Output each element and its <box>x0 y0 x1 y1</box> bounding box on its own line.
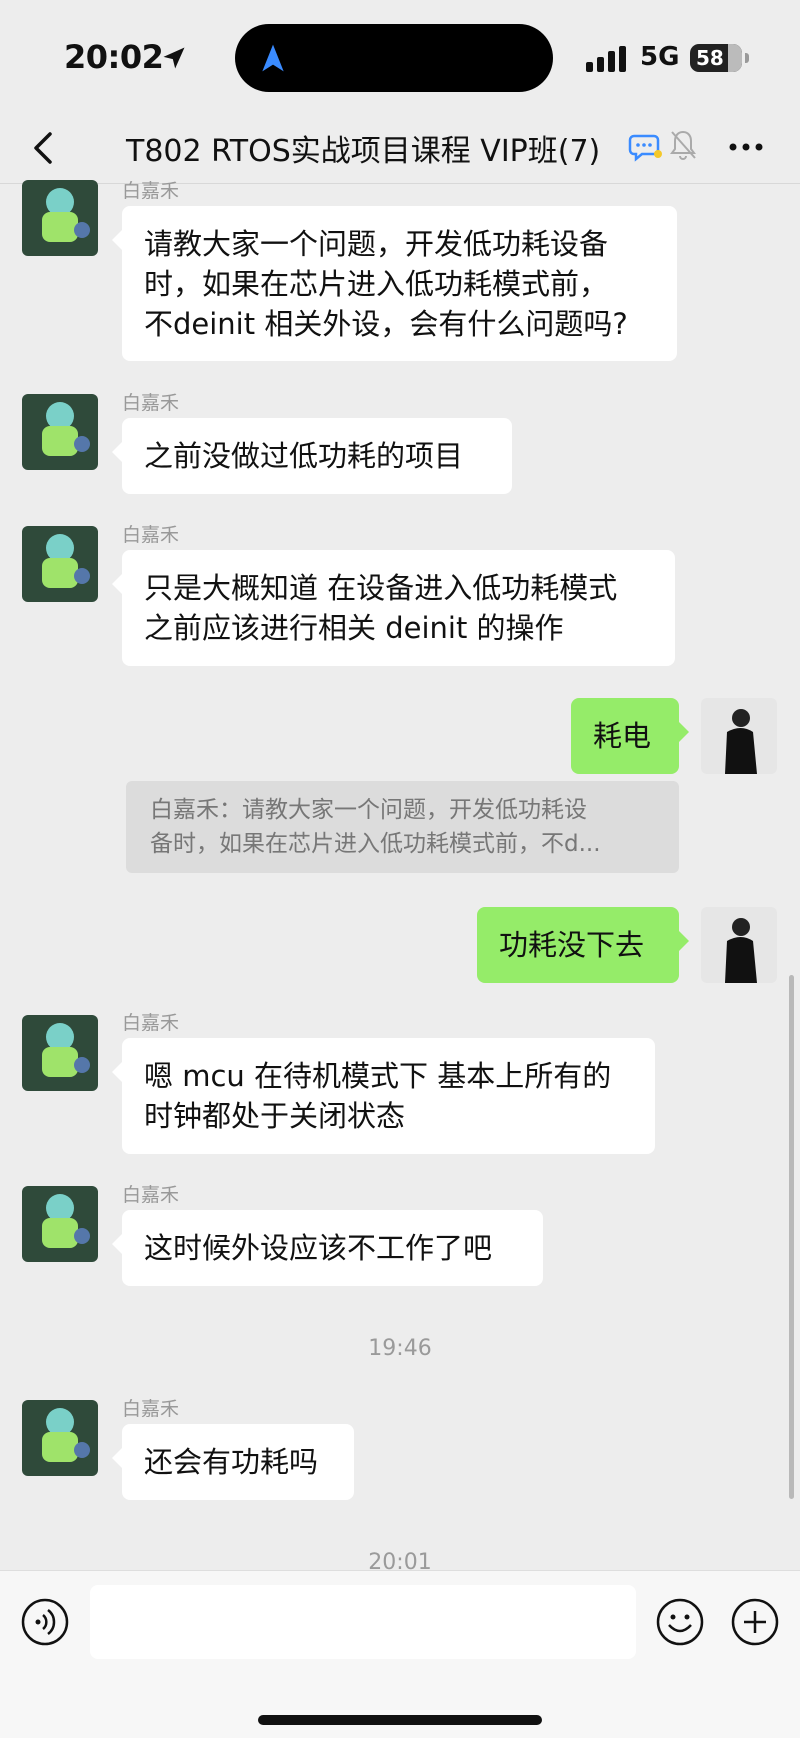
message-bubble[interactable]: 还会有功耗吗 <box>112 1424 354 1500</box>
plus-icon[interactable] <box>730 1597 780 1647</box>
message-line: 之前没做过低功耗的项目 <box>144 439 464 473</box>
quote-line: 备时，如果在芯片进入低功耗模式前，不d... <box>150 831 601 857</box>
avatar[interactable] <box>22 1015 98 1091</box>
quote-line: 白嘉禾：请教大家一个问题，开发低功耗设 <box>150 797 587 823</box>
message-line: 时钟都处于关闭状态 <box>144 1099 406 1133</box>
message-bubble[interactable]: 这时候外设应该不工作了吧 <box>112 1210 543 1286</box>
avatar[interactable] <box>22 526 98 602</box>
sender-name: 白嘉禾 <box>122 1184 180 1206</box>
emoji-icon[interactable] <box>655 1597 705 1647</box>
sender-name: 白嘉禾 <box>122 1398 180 1420</box>
more-dots-icon[interactable] <box>726 132 766 162</box>
status-bar: 20:02 5G 58 <box>0 0 800 120</box>
sender-name: 白嘉禾 <box>122 524 180 546</box>
dynamic-island <box>235 24 553 92</box>
voice-icon[interactable] <box>20 1597 70 1647</box>
message-line: 请教大家一个问题，开发低功耗设备 <box>144 227 609 261</box>
message-line: 还会有功耗吗 <box>144 1445 319 1479</box>
timestamp: 19:46 <box>368 1336 432 1361</box>
sender-name: 白嘉禾 <box>122 392 180 414</box>
avatar-self[interactable] <box>701 698 777 774</box>
chat-header: T802 RTOS实战项目课程 VIP班(7) <box>0 112 800 184</box>
location-arrow-icon <box>163 47 185 69</box>
status-time: 20:02 <box>64 38 164 76</box>
input-bar <box>0 1570 800 1738</box>
message-line: 这时候外设应该不工作了吧 <box>144 1231 493 1265</box>
message-line: 嗯 mcu 在待机模式下 基本上所有的 <box>144 1059 612 1093</box>
chat-title: T802 RTOS实战项目课程 VIP班(7) <box>126 134 601 169</box>
avatar[interactable] <box>22 394 98 470</box>
message-bubble[interactable]: 请教大家一个问题，开发低功耗设备 时，如果在芯片进入低功耗模式前， 不deini… <box>112 206 677 361</box>
message-bubble[interactable]: 耗电 <box>571 698 689 774</box>
chat-badge-icon[interactable] <box>628 128 664 164</box>
battery-level: 58 <box>696 46 724 70</box>
network-type: 5G <box>640 42 680 72</box>
signal-icon <box>586 46 626 72</box>
message-bubble[interactable]: 功耗没下去 <box>477 907 689 983</box>
avatar[interactable] <box>22 1186 98 1262</box>
scrollbar[interactable] <box>789 975 794 1499</box>
sender-name: 白嘉禾 <box>122 1012 180 1034</box>
message-bubble[interactable]: 只是大概知道 在设备进入低功耗模式 之前应该进行相关 deinit 的操作 <box>112 550 675 666</box>
message-line: 不deinit 相关外设，会有什么问题吗? <box>144 307 628 341</box>
message-input[interactable] <box>90 1585 636 1659</box>
navigation-icon <box>262 44 284 72</box>
message-line: 只是大概知道 在设备进入低功耗模式 <box>144 571 618 605</box>
message-bubble[interactable]: 嗯 mcu 在待机模式下 基本上所有的 时钟都处于关闭状态 <box>112 1038 655 1154</box>
home-indicator[interactable] <box>258 1715 542 1725</box>
message-line: 耗电 <box>593 719 652 753</box>
sender-name: 白嘉禾 <box>122 180 180 202</box>
avatar-self[interactable] <box>701 907 777 983</box>
battery-icon: 58 <box>690 44 749 72</box>
back-chevron-icon[interactable] <box>26 128 62 168</box>
message-line: 时，如果在芯片进入低功耗模式前， <box>144 267 609 301</box>
message-bubble[interactable]: 之前没做过低功耗的项目 <box>112 418 512 494</box>
message-line: 之前应该进行相关 deinit 的操作 <box>144 611 564 645</box>
avatar[interactable] <box>22 1400 98 1476</box>
mute-bell-icon <box>670 130 696 160</box>
quoted-message[interactable]: 白嘉禾：请教大家一个问题，开发低功耗设 备时，如果在芯片进入低功耗模式前，不d.… <box>126 781 679 873</box>
avatar[interactable] <box>22 180 98 256</box>
message-line: 功耗没下去 <box>499 928 645 962</box>
